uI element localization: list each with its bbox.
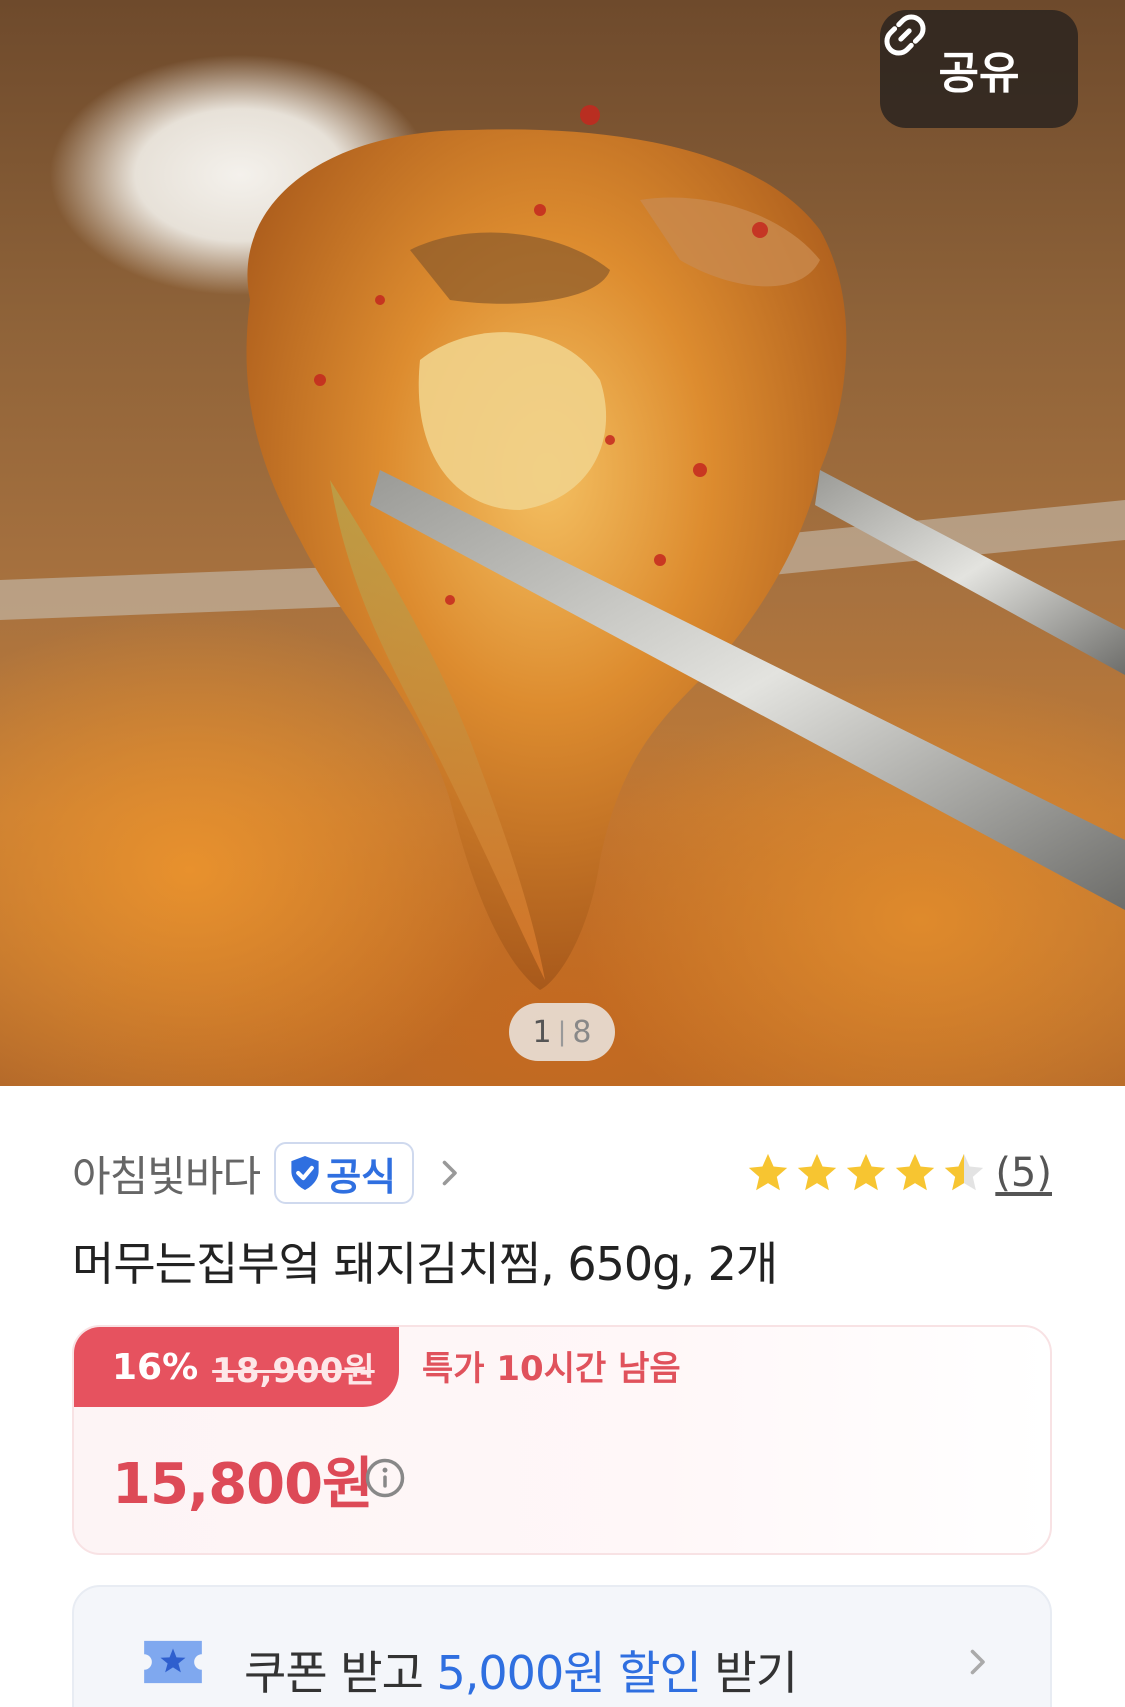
image-page-indicator: 1 | 8 <box>509 1003 615 1061</box>
product-title: 머무는집부엌 돼지김치찜, 650g, 2개 <box>72 1237 778 1291</box>
page-current: 1 <box>532 1014 552 1050</box>
star-full-icon <box>798 1153 837 1191</box>
sale-timer: 특가 10시간 남음 <box>422 1349 681 1389</box>
link-icon <box>884 14 926 56</box>
coupon-suffix: 받기 <box>700 1646 798 1700</box>
chevron-right-icon[interactable] <box>434 1158 464 1188</box>
sale-tag: 16% 18,900원 <box>74 1327 399 1407</box>
seller-row: 아침빛바다 공식 (5) <box>72 1140 1052 1206</box>
official-badge-label: 공식 <box>326 1154 397 1199</box>
coupon-banner[interactable]: 쿠폰 받고 5,000원 할인 받기 <box>72 1585 1052 1707</box>
page-separator: | <box>557 1017 567 1047</box>
page-total: 8 <box>572 1014 592 1050</box>
shield-check-icon <box>291 1156 319 1190</box>
coupon-ticket-icon <box>144 1640 202 1684</box>
coupon-amount: 5,000원 할인 <box>436 1646 702 1700</box>
coupon-prefix: 쿠폰 받고 <box>244 1646 437 1700</box>
star-full-icon <box>749 1153 788 1191</box>
star-full-icon <box>896 1153 935 1191</box>
rating[interactable]: (5) <box>745 1150 1052 1196</box>
discount-rate: 16% <box>112 1346 199 1388</box>
original-price: 18,900원 <box>212 1350 375 1391</box>
sale-price: 15,800원 <box>112 1452 374 1517</box>
review-count[interactable]: (5) <box>995 1150 1052 1196</box>
product-image[interactable]: 공유 1 | 8 <box>0 0 1125 1086</box>
coupon-text: 쿠폰 받고 5,000원 할인 받기 <box>244 1637 798 1703</box>
price-box: 16% 18,900원 특가 10시간 남음 15,800원 <box>72 1325 1052 1555</box>
official-badge[interactable]: 공식 <box>274 1142 415 1204</box>
star-full-icon <box>847 1153 886 1191</box>
chevron-right-icon <box>970 1649 985 1675</box>
share-label: 공유 <box>938 48 1020 99</box>
info-icon[interactable] <box>364 1457 406 1499</box>
kimchi-photo-illustration <box>0 105 1125 990</box>
seller-name[interactable]: 아침빛바다 <box>72 1143 261 1204</box>
share-button[interactable]: 공유 <box>880 10 1078 128</box>
star-rating <box>745 1150 987 1196</box>
star-half-icon <box>945 1153 984 1191</box>
